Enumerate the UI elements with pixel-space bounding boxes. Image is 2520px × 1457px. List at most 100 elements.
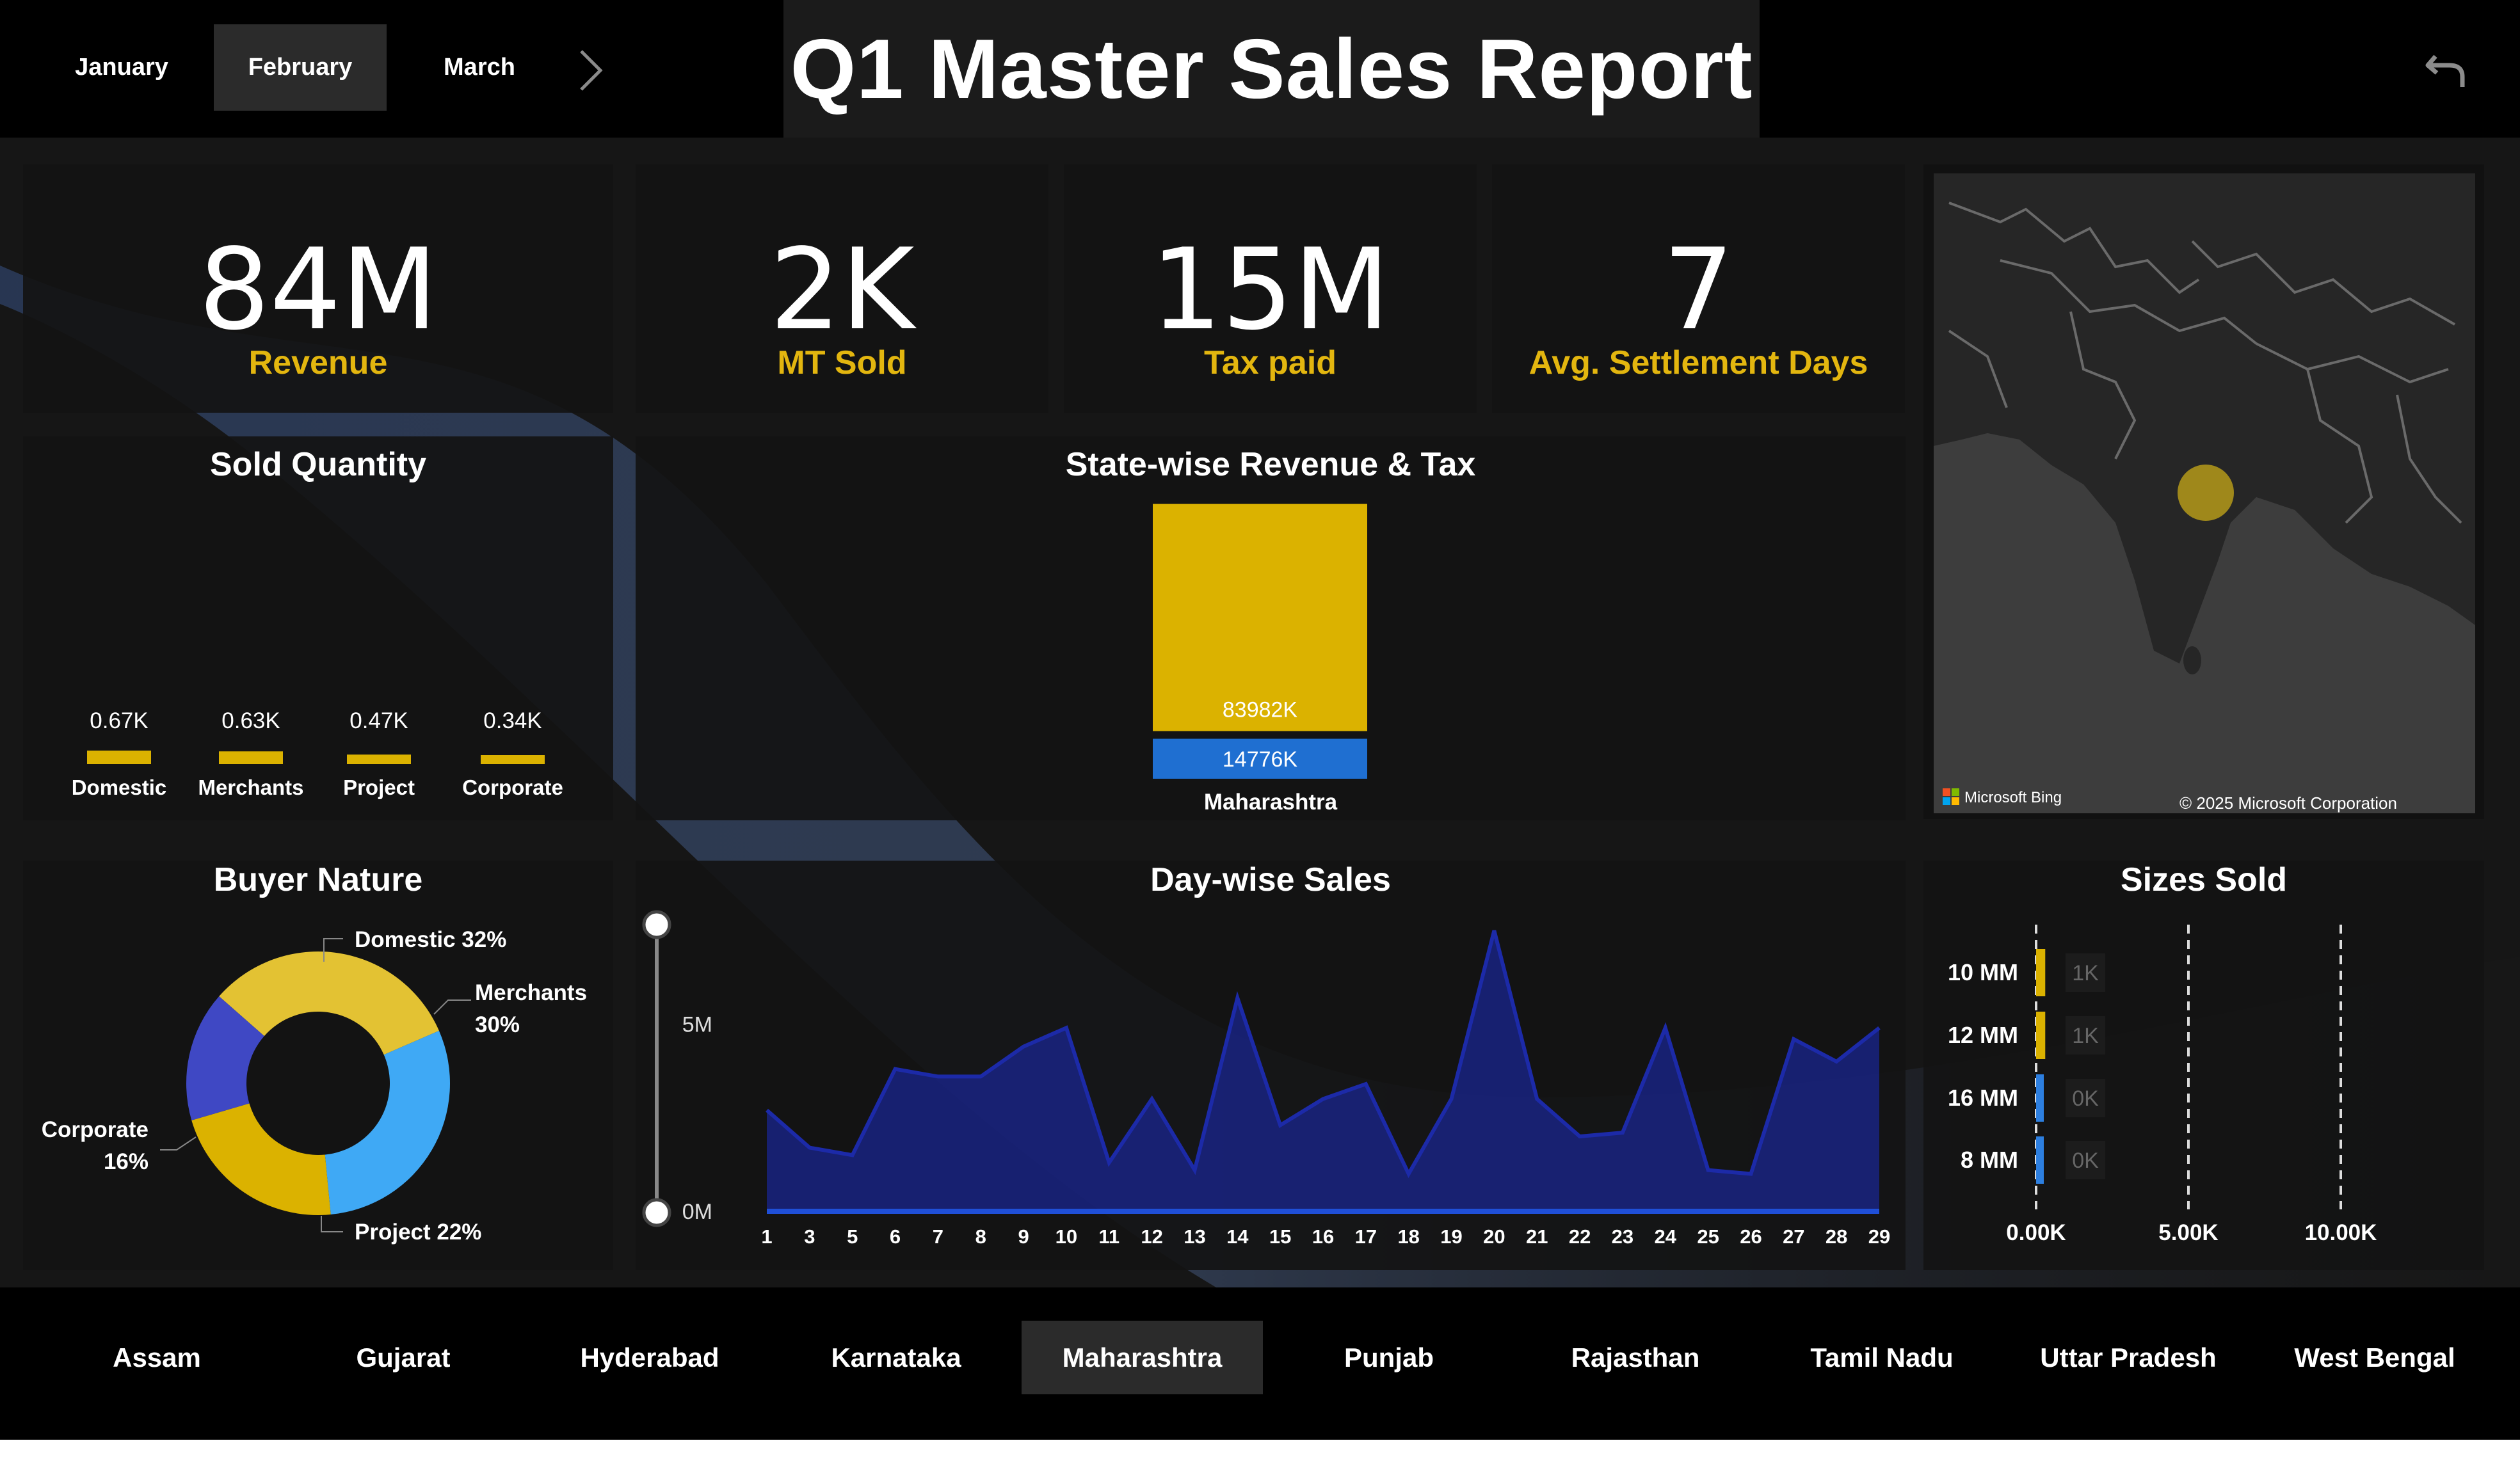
day-sales-x-tick: 9	[1018, 1225, 1029, 1248]
day-sales-card: Day-wise Sales 0M 5M 1 3 5 6 7 8 9 10 11 12 13 14 15 16…	[636, 861, 1906, 1270]
donut-slice	[325, 1030, 450, 1215]
day-sales-x-tick: 11	[1098, 1225, 1120, 1248]
bing-label: Microsoft Bing	[1964, 789, 2062, 806]
map-card: Microsoft Bing © 2025 Microsoft Corporat…	[1923, 164, 2484, 819]
month-tab-march[interactable]: March	[387, 24, 572, 111]
donut-leader-line	[321, 1216, 343, 1232]
sold-qty-category-label: Domestic	[72, 776, 167, 799]
day-sales-x-tick: 26	[1740, 1225, 1762, 1248]
sizes-value-label: 1K	[2072, 1024, 2099, 1048]
bottom-strip	[0, 1440, 2520, 1457]
sold-qty-value-label: 0.47K	[349, 708, 408, 733]
day-sales-x-tick: 1	[761, 1225, 772, 1248]
donut-label-domestic: Domestic 32%	[355, 927, 506, 952]
sizes-category-label: 10 MM	[1948, 959, 2018, 985]
sizes-category-label: 16 MM	[1948, 1085, 2018, 1111]
sold-qty-category-label: Corporate	[462, 776, 563, 799]
donut-leader-line	[160, 1136, 197, 1150]
kpi-tax-paid-value: 15M	[1150, 225, 1390, 355]
state-revenue-card: State-wise Revenue & Tax 83982K 14776K Mah…	[636, 436, 1906, 820]
state-tab-gujarat[interactable]: Gujarat	[278, 1321, 528, 1394]
state-tab-rajasthan[interactable]: Rajasthan	[1511, 1321, 1760, 1394]
sold-qty-bar	[219, 751, 283, 764]
day-sales-x-tick: 6	[890, 1225, 901, 1248]
sizes-bar	[2036, 1012, 2046, 1059]
month-tab-january[interactable]: January	[29, 24, 214, 111]
day-sales-x-tick: 23	[1612, 1225, 1633, 1248]
state-revenue-chart: 83982K 14776K Maharashtra	[1153, 504, 1367, 815]
donut-label-project: Project 22%	[355, 1220, 481, 1245]
sizes-value-label: 0K	[2072, 1087, 2099, 1111]
buyer-nature-card: Buyer Nature Domestic 32% Merchants 30% Pro…	[23, 861, 613, 1270]
state-tab-hyderabad[interactable]: Hyderabad	[525, 1321, 774, 1394]
kpi-card-settlement-days: 7 Avg. Settlement Days	[1492, 164, 1905, 413]
y-range-slider-handle-bottom[interactable]	[642, 1198, 671, 1227]
kpi-card-revenue: 84M Revenue	[23, 164, 613, 413]
state-tab-maharashtra[interactable]: Maharashtra	[1022, 1321, 1263, 1394]
sold-qty-bar	[347, 754, 411, 764]
sold-qty-category-label: Project	[343, 776, 415, 799]
day-sales-x-tick: 10	[1055, 1225, 1077, 1248]
sold-quantity-chart: 0.67K Domestic 0.63K Merchants 0.47K Project 0…	[72, 708, 563, 799]
sizes-sold-card: Sizes Sold 0.00K 5.00K 10.00K 10 MM 1K 12 MM 1…	[1923, 861, 2484, 1270]
state-revenue-bar	[1153, 504, 1367, 731]
sizes-sold-chart: 0.00K 5.00K 10.00K 10 MM 1K 12 MM 1K 16 MM 0K 8 M…	[1948, 925, 2377, 1245]
state-tab-uttar-pradesh[interactable]: Uttar Pradesh	[2003, 1321, 2253, 1394]
map-marker-maharashtra[interactable]	[2178, 465, 2234, 521]
donut-label-merchants-pct: 30%	[475, 1012, 520, 1037]
y-range-slider-handle-top[interactable]	[642, 910, 671, 939]
sold-qty-bar	[481, 755, 545, 764]
state-slicer-bar: Assam Gujarat Hyderabad Karnataka Mahara…	[0, 1287, 2520, 1457]
day-sales-x-tick: 24	[1655, 1225, 1677, 1248]
state-tab-west-bengal[interactable]: West Bengal	[2250, 1321, 2500, 1394]
map-view[interactable]: Microsoft Bing © 2025 Microsoft Corporat…	[1923, 164, 2484, 819]
kpi-revenue-label: Revenue	[248, 344, 388, 381]
map-copyright: © 2025 Microsoft Corporation	[2179, 793, 2397, 813]
donut-label-corporate: Corporate	[42, 1117, 148, 1142]
undo-icon[interactable]	[2423, 45, 2469, 91]
state-tax-value-label: 14776K	[1223, 747, 1298, 772]
day-sales-y-tick: 0M	[682, 1200, 712, 1224]
sizes-value-label: 0K	[2072, 1149, 2099, 1173]
sizes-bar	[2036, 949, 2046, 996]
state-tab-tamil-nadu[interactable]: Tamil Nadu	[1757, 1321, 2007, 1394]
buyer-nature-donut: Domestic 32% Merchants 30% Project 22% Corpo…	[42, 927, 587, 1245]
day-sales-x-tick: 14	[1226, 1225, 1249, 1248]
state-revenue-value-label: 83982K	[1223, 698, 1298, 722]
kpi-settlement-value: 7	[1662, 225, 1735, 355]
donut-slice	[191, 1103, 331, 1215]
day-sales-x-tick: 3	[804, 1225, 815, 1248]
sizes-x-tick: 0.00K	[2006, 1220, 2066, 1245]
kpi-tax-paid-label: Tax paid	[1203, 344, 1337, 381]
state-tab-karnataka[interactable]: Karnataka	[771, 1321, 1021, 1394]
sizes-value-label: 1K	[2072, 961, 2099, 985]
state-tab-assam[interactable]: Assam	[32, 1321, 282, 1394]
sizes-x-tick: 10.00K	[2305, 1220, 2377, 1245]
day-sales-x-tick: 5	[847, 1225, 858, 1248]
day-sales-x-tick: 13	[1184, 1225, 1205, 1248]
day-sales-x-tick: 20	[1483, 1225, 1505, 1248]
day-sales-x-tick: 25	[1697, 1225, 1719, 1248]
sold-qty-bar	[87, 751, 151, 764]
kpi-mt-sold-value: 2K	[769, 225, 915, 355]
kpi-settlement-label: Avg. Settlement Days	[1529, 344, 1868, 381]
sold-qty-value-label: 0.34K	[483, 708, 542, 733]
sold-qty-category-label: Merchants	[198, 776, 303, 799]
state-category-label: Maharashtra	[1204, 790, 1338, 815]
day-sales-x-tick: 7	[933, 1225, 943, 1248]
day-sales-x-tick: 21	[1526, 1225, 1548, 1248]
day-sales-y-tick: 5M	[682, 1013, 712, 1037]
sizes-category-label: 12 MM	[1948, 1022, 2018, 1048]
kpi-card-mt-sold: 2K MT Sold	[636, 164, 1048, 413]
day-sales-x-tick: 28	[1826, 1225, 1847, 1248]
chevron-right-icon[interactable]	[570, 45, 608, 96]
day-sales-x-tick: 12	[1141, 1225, 1162, 1248]
sizes-bar	[2036, 1074, 2044, 1122]
donut-label-merchants: Merchants	[475, 980, 587, 1005]
state-tab-punjab[interactable]: Punjab	[1264, 1321, 1514, 1394]
sold-qty-value-label: 0.63K	[221, 708, 280, 733]
donut-label-corporate-pct: 16%	[104, 1149, 148, 1174]
sizes-x-tick: 5.00K	[2158, 1220, 2218, 1245]
kpi-revenue-value: 84M	[198, 225, 438, 355]
month-tab-february[interactable]: February	[214, 24, 387, 111]
